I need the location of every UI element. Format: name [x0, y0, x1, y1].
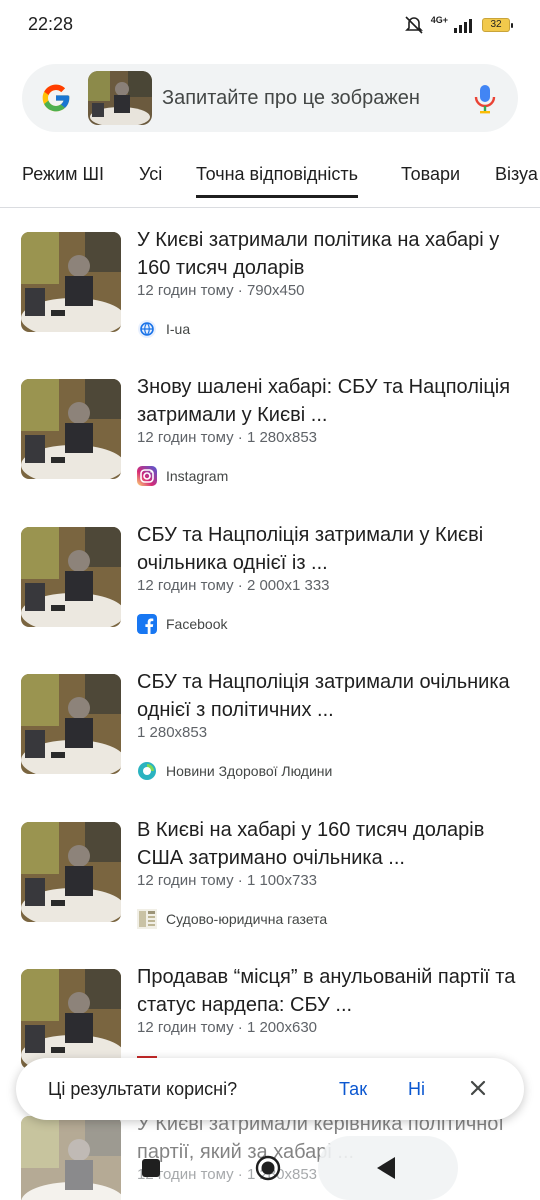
result-thumbnail[interactable] [21, 969, 121, 1069]
result-title[interactable]: У Києві затримали політика на хабарі у 1… [137, 226, 527, 282]
instagram-icon [137, 466, 157, 486]
facebook-icon [137, 614, 157, 634]
tab-visual[interactable]: Візуа [495, 164, 538, 199]
result-source[interactable]: Instagram [137, 465, 228, 487]
tab-products[interactable]: Товари [401, 164, 460, 199]
source-name: Facebook [166, 616, 228, 632]
search-bar[interactable] [22, 64, 518, 132]
result-thumbnail[interactable] [21, 674, 121, 774]
result-meta: 12 годин тому · 2 000x1 333 [137, 577, 330, 594]
search-input[interactable] [162, 80, 462, 116]
system-nav-bar [0, 1136, 540, 1200]
result-source[interactable]: Facebook [137, 613, 227, 635]
result-source[interactable]: I-ua [137, 318, 190, 340]
recents-icon[interactable] [141, 1158, 161, 1178]
microphone-icon[interactable] [474, 84, 496, 114]
result-thumbnail[interactable] [21, 232, 121, 332]
close-icon[interactable] [466, 1076, 490, 1100]
result-item[interactable]: Знову шалені хабарі: СБУ та Нацполіція з… [0, 376, 540, 519]
result-meta: 1 280x853 [137, 724, 208, 741]
result-item[interactable]: У Києві затримали політика на хабарі у 1… [0, 229, 540, 372]
globe-icon [138, 320, 156, 338]
result-title[interactable]: Знову шалені хабарі: СБУ та Нацполіція з… [137, 373, 527, 429]
result-meta: 12 годин тому · 1 280x853 [137, 429, 318, 446]
result-meta: 12 годин тому · 1 100x733 [137, 872, 318, 889]
battery-icon: 32 [482, 18, 513, 32]
result-source[interactable]: Новини Здорової Людини [137, 760, 332, 782]
filter-tabs: Режим ШІ Усі Точна відповідність Товари … [0, 150, 540, 208]
result-thumbnail[interactable] [21, 822, 121, 922]
home-icon[interactable] [255, 1155, 281, 1181]
feedback-card: Ці результати корисні? Так Ні [16, 1058, 524, 1120]
newspaper-icon [137, 909, 157, 929]
source-name: Новини Здорової Людини [166, 763, 333, 779]
result-thumbnail[interactable] [21, 527, 121, 627]
result-title[interactable]: СБУ та Нацполіція затримали очільника од… [137, 668, 527, 724]
tab-all[interactable]: Усі [139, 164, 162, 199]
status-bar: 22:28 4G+ 32 [0, 0, 540, 50]
result-source[interactable]: Судово-юридична газета [137, 908, 327, 930]
feedback-yes-button[interactable]: Так [339, 1079, 367, 1100]
status-icons: 4G+ 32 [403, 14, 513, 36]
result-item[interactable]: В Києві на хабарі у 160 тисяч доларів СШ… [0, 819, 540, 962]
search-image-thumbnail[interactable] [88, 71, 152, 125]
result-meta: 12 годин тому · 790x450 [137, 282, 305, 299]
result-thumbnail[interactable] [21, 379, 121, 479]
result-item[interactable]: СБУ та Нацполіція затримали у Києві очіл… [0, 524, 540, 667]
result-item[interactable]: СБУ та Нацполіція затримали очільника од… [0, 671, 540, 814]
back-icon[interactable] [375, 1156, 397, 1180]
status-time: 22:28 [28, 14, 74, 34]
result-meta: 12 годин тому · 1 200x630 [137, 1019, 318, 1036]
feedback-question: Ці результати корисні? [48, 1079, 238, 1099]
google-logo-icon [42, 84, 70, 112]
tab-exact-match[interactable]: Точна відповідність [196, 164, 358, 198]
source-name: Instagram [166, 468, 229, 484]
result-title[interactable]: СБУ та Нацполіція затримали у Києві очіл… [137, 521, 527, 577]
source-name: I-ua [166, 321, 191, 337]
result-title[interactable]: В Києві на хабарі у 160 тисяч доларів СШ… [137, 816, 527, 872]
network-label: 4G+ [430, 15, 448, 25]
site-logo-icon [138, 762, 156, 780]
tab-ai-mode[interactable]: Режим ШІ [22, 164, 104, 199]
signal-icon [454, 19, 472, 33]
source-name: Судово-юридична газета [166, 911, 328, 927]
silent-icon [404, 16, 423, 34]
feedback-no-button[interactable]: Ні [408, 1079, 425, 1100]
result-title[interactable]: Продавав “місця” в анульованій партії та… [137, 963, 527, 1019]
